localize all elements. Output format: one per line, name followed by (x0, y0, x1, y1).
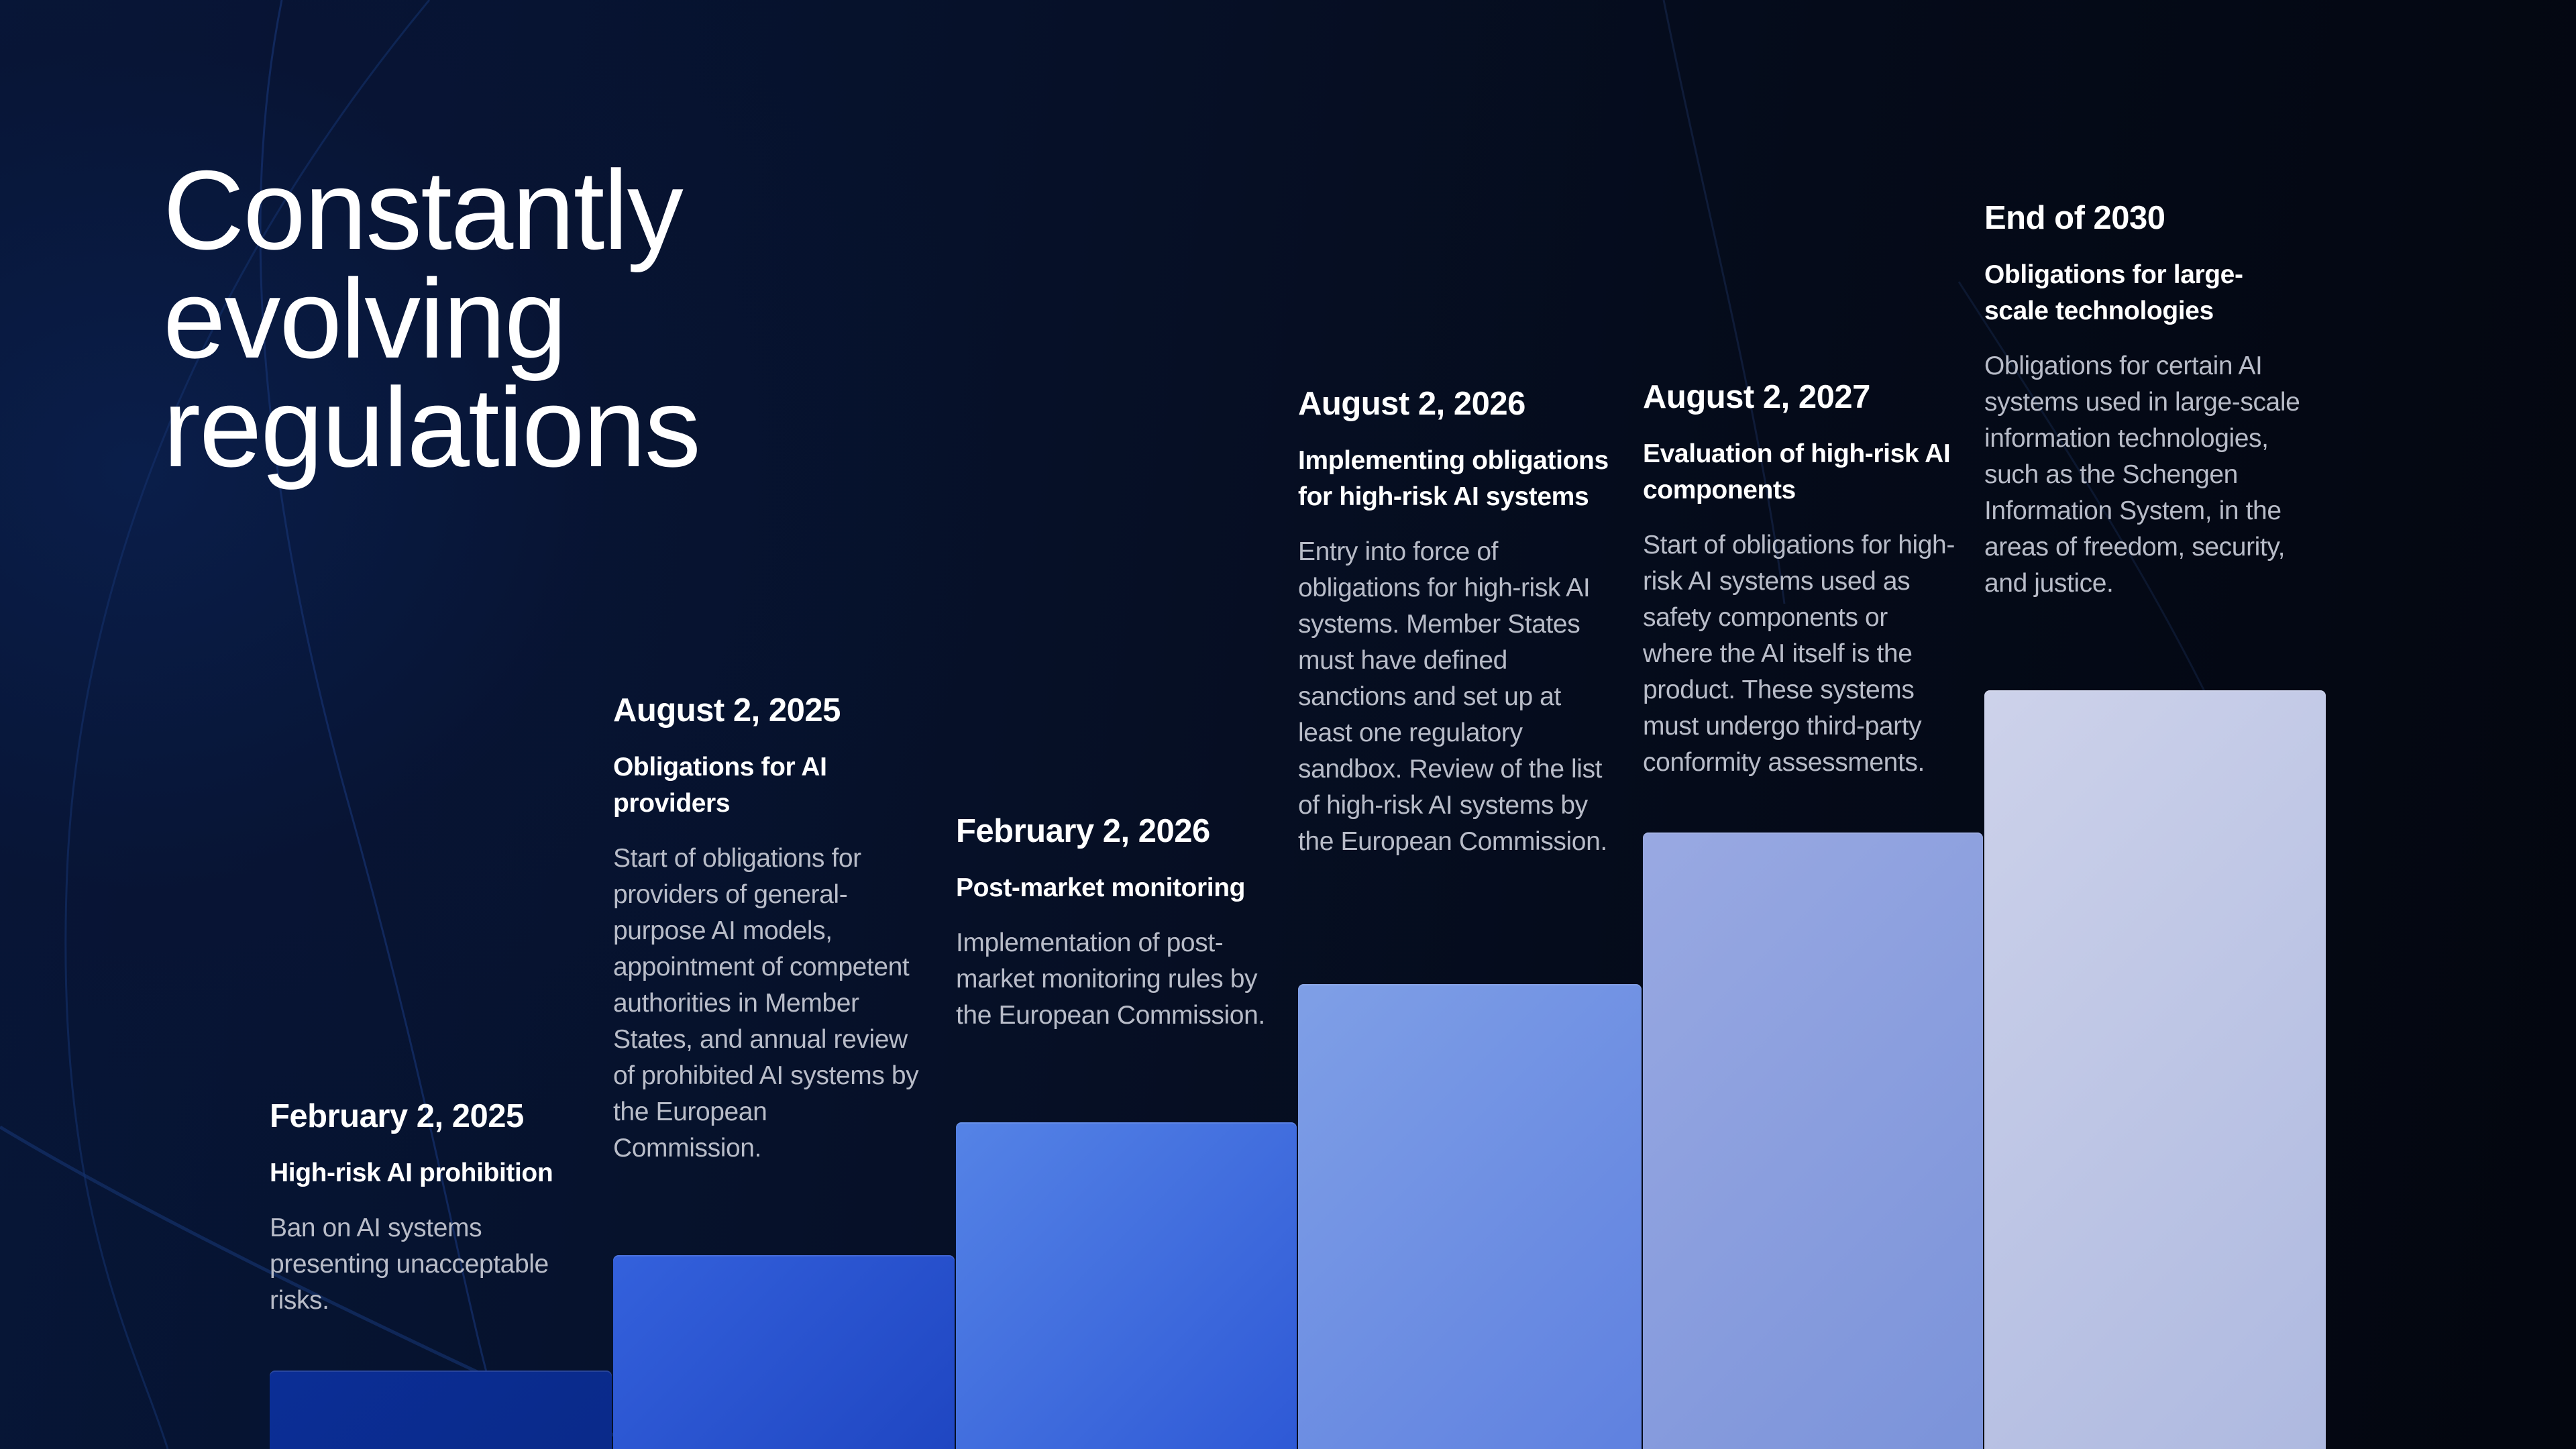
milestone-description: Start of obligations for high-risk AI sy… (1643, 531, 1955, 777)
timeline-bar (1298, 984, 1642, 1449)
milestone-description: Obligations for certain AI systems used … (1984, 352, 2300, 598)
milestone-heading: Evaluation of high-risk AI components (1643, 439, 1951, 504)
timeline-bar (613, 1255, 955, 1449)
milestone-date: August 2, 2027 (1643, 379, 1870, 415)
timeline-bar (1643, 833, 1983, 1449)
timeline-bar (956, 1122, 1297, 1449)
milestone-description: Implementation of post-market monitoring… (956, 928, 1265, 1030)
milestone-description: Start of obligations for providers of ge… (613, 844, 919, 1163)
title-line-3: regulations (163, 364, 701, 490)
milestone-feb-2025: February 2, 2025 High-risk AI prohibitio… (270, 1096, 585, 1319)
milestone-date: February 2, 2026 (956, 813, 1210, 849)
page-title: Constantly evolving regulations (163, 147, 901, 490)
milestone-heading: Implementing obligations for high-risk A… (1298, 446, 1609, 511)
milestone-heading: High-risk AI prohibition (270, 1159, 553, 1187)
milestone-aug-2025: August 2, 2025 Obligations for AI provid… (613, 690, 922, 1167)
milestone-date: February 2, 2025 (270, 1098, 524, 1134)
milestone-date: End of 2030 (1984, 200, 2165, 236)
milestone-aug-2027: August 2, 2027 Evaluation of high-risk A… (1643, 377, 1958, 781)
timeline-bar (1984, 690, 2326, 1449)
milestone-end-2030: End of 2030 Obligations for large-scale … (1984, 198, 2306, 602)
milestone-date: August 2, 2026 (1298, 386, 1525, 422)
milestone-feb-2026: February 2, 2026 Post-market monitoring … (956, 811, 1278, 1034)
milestone-heading: Obligations for large-scale technologies (1984, 260, 2243, 325)
milestone-description: Ban on AI systems presenting unacceptabl… (270, 1214, 549, 1315)
milestone-aug-2026: August 2, 2026 Implementing obligations … (1298, 384, 1620, 860)
milestone-date: August 2, 2025 (613, 692, 841, 729)
timeline-bar (270, 1371, 612, 1449)
title-line-2: evolving (163, 256, 567, 382)
milestone-heading: Post-market monitoring (956, 873, 1246, 902)
milestone-heading: Obligations for AI providers (613, 753, 827, 818)
title-line-1: Constantly (163, 147, 684, 273)
milestone-description: Entry into force of obligations for high… (1298, 537, 1607, 856)
